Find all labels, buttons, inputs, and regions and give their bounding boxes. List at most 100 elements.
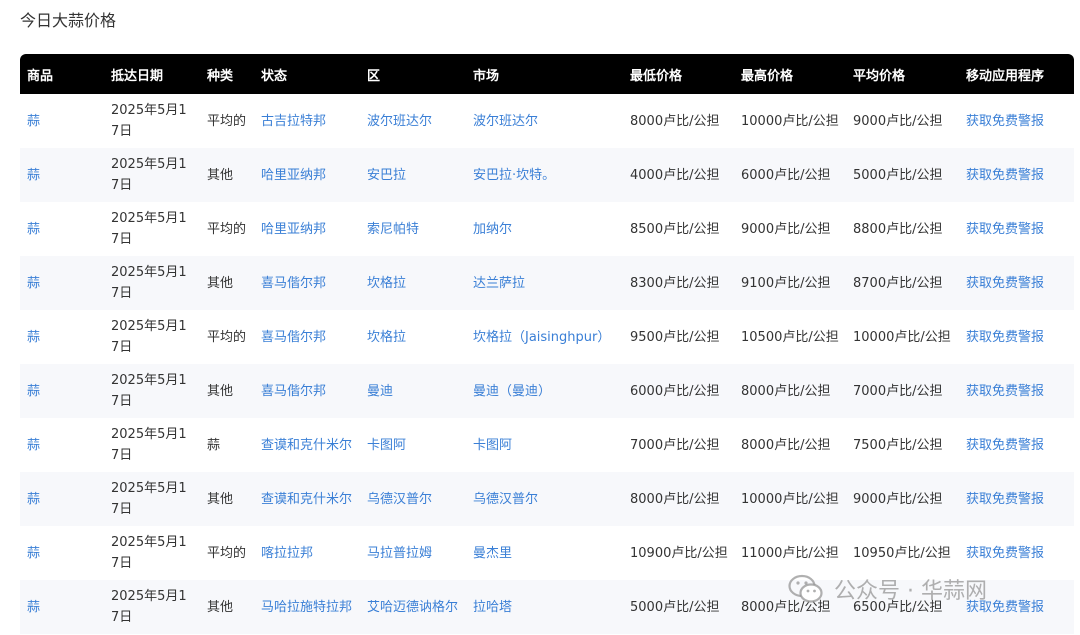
- cell-get-alerts-link[interactable]: 获取免费警报: [966, 600, 1044, 615]
- header-arrival-date: 抵达日期: [111, 68, 164, 84]
- cell-max-price-container: 9100卢比/公担: [734, 256, 846, 310]
- cell-avg-price: 10950卢比/公担: [853, 545, 951, 561]
- cell-variety-container: 其他: [200, 364, 254, 418]
- cell-commodity[interactable]: 蒜: [27, 330, 40, 345]
- cell-state-container: 喜马偕尔邦: [254, 364, 360, 418]
- cell-market-container: 拉哈塔: [466, 580, 623, 634]
- cell-max-price-container: 10500卢比/公担: [734, 310, 846, 364]
- cell-market[interactable]: 曼杰里: [473, 546, 512, 561]
- cell-max-price: 8000卢比/公担: [741, 437, 831, 453]
- cell-max-price-container: 9000卢比/公担: [734, 202, 846, 256]
- cell-arrival-date-container: 2025年5月17日: [104, 310, 200, 364]
- cell-max-price-container: 8000卢比/公担: [734, 418, 846, 472]
- cell-market[interactable]: 曼迪（曼迪）: [473, 384, 551, 399]
- cell-state[interactable]: 喜马偕尔邦: [261, 276, 326, 291]
- cell-district-container: 曼迪: [360, 364, 466, 418]
- cell-arrival-date-container: 2025年5月17日: [104, 364, 200, 418]
- cell-variety: 其他: [207, 167, 234, 183]
- cell-get-alerts-link[interactable]: 获取免费警报: [966, 276, 1044, 291]
- cell-get-alerts-link[interactable]: 获取免费警报: [966, 438, 1044, 453]
- cell-get-alerts-link[interactable]: 获取免费警报: [966, 114, 1044, 129]
- table-row: 蒜 2025年5月17日 平均的 古吉拉特邦 波尔班达尔 波尔班达尔 8000卢比/公担 10…: [20, 94, 1074, 148]
- cell-state-container: 喜马偕尔邦: [254, 310, 360, 364]
- cell-state[interactable]: 哈里亚纳邦: [261, 168, 326, 183]
- cell-arrival-date-container: 2025年5月17日: [104, 94, 200, 148]
- cell-avg-price: 6500卢比/公担: [853, 599, 943, 615]
- cell-state[interactable]: 马哈拉施特拉邦: [261, 600, 352, 615]
- cell-commodity[interactable]: 蒜: [27, 546, 40, 561]
- cell-state-container: 哈里亚纳邦: [254, 202, 360, 256]
- cell-state[interactable]: 喀拉拉邦: [261, 546, 313, 561]
- cell-get-alerts-link[interactable]: 获取免费警报: [966, 546, 1044, 561]
- cell-district[interactable]: 索尼帕特: [367, 222, 419, 237]
- cell-market[interactable]: 卡图阿: [473, 438, 512, 453]
- cell-district[interactable]: 艾哈迈德讷格尔: [367, 600, 458, 615]
- cell-district[interactable]: 波尔班达尔: [367, 114, 432, 129]
- cell-commodity-container: 蒜: [20, 202, 104, 256]
- cell-commodity[interactable]: 蒜: [27, 492, 40, 507]
- cell-market-container: 曼迪（曼迪）: [466, 364, 623, 418]
- cell-min-price: 4000卢比/公担: [630, 167, 720, 183]
- cell-min-price-container: 8500卢比/公担: [623, 202, 734, 256]
- cell-district[interactable]: 坎格拉: [367, 276, 406, 291]
- cell-district[interactable]: 乌德汉普尔: [367, 492, 432, 507]
- cell-get-alerts-link[interactable]: 获取免费警报: [966, 222, 1044, 237]
- cell-min-price-container: 8000卢比/公担: [623, 472, 734, 526]
- cell-arrival-date: 2025年5月17日: [111, 103, 187, 139]
- cell-state[interactable]: 喜马偕尔邦: [261, 384, 326, 399]
- cell-commodity[interactable]: 蒜: [27, 222, 40, 237]
- cell-get-alerts-link-container: 获取免费警报: [959, 472, 1074, 526]
- cell-commodity[interactable]: 蒜: [27, 168, 40, 183]
- cell-market[interactable]: 乌德汉普尔: [473, 492, 538, 507]
- cell-district[interactable]: 马拉普拉姆: [367, 546, 432, 561]
- cell-arrival-date-container: 2025年5月17日: [104, 526, 200, 580]
- cell-arrival-date: 2025年5月17日: [111, 535, 187, 571]
- cell-district[interactable]: 卡图阿: [367, 438, 406, 453]
- cell-commodity-container: 蒜: [20, 94, 104, 148]
- cell-market[interactable]: 安巴拉·坎特。: [473, 168, 555, 183]
- cell-variety: 平均的: [207, 545, 247, 561]
- cell-get-alerts-link[interactable]: 获取免费警报: [966, 384, 1044, 399]
- cell-commodity[interactable]: 蒜: [27, 114, 40, 129]
- cell-commodity[interactable]: 蒜: [27, 600, 40, 615]
- cell-variety-container: 其他: [200, 580, 254, 634]
- cell-avg-price: 7500卢比/公担: [853, 437, 943, 453]
- header-max-price: 最高价格: [741, 68, 794, 84]
- cell-commodity-container: 蒜: [20, 256, 104, 310]
- cell-market-container: 达兰萨拉: [466, 256, 623, 310]
- cell-market-container: 坎格拉（Jaisinghpur）: [466, 310, 623, 364]
- cell-commodity[interactable]: 蒜: [27, 276, 40, 291]
- cell-arrival-date-container: 2025年5月17日: [104, 202, 200, 256]
- cell-market[interactable]: 拉哈塔: [473, 600, 512, 615]
- cell-variety: 平均的: [207, 113, 247, 129]
- cell-get-alerts-link[interactable]: 获取免费警报: [966, 492, 1044, 507]
- cell-market[interactable]: 波尔班达尔: [473, 114, 538, 129]
- header-min-price: 最低价格: [630, 68, 683, 84]
- cell-state[interactable]: 查谟和克什米尔: [261, 438, 352, 453]
- cell-market-container: 波尔班达尔: [466, 94, 623, 148]
- cell-district[interactable]: 坎格拉: [367, 330, 406, 345]
- cell-state-container: 哈里亚纳邦: [254, 148, 360, 202]
- cell-state[interactable]: 喜马偕尔邦: [261, 330, 326, 345]
- cell-market-container: 安巴拉·坎特。: [466, 148, 623, 202]
- cell-arrival-date-container: 2025年5月17日: [104, 418, 200, 472]
- cell-get-alerts-link[interactable]: 获取免费警报: [966, 330, 1044, 345]
- cell-state[interactable]: 古吉拉特邦: [261, 114, 326, 129]
- cell-arrival-date-container: 2025年5月17日: [104, 256, 200, 310]
- cell-max-price-container: 10000卢比/公担: [734, 94, 846, 148]
- cell-district[interactable]: 曼迪: [367, 384, 393, 399]
- cell-max-price: 10500卢比/公担: [741, 329, 839, 345]
- cell-state[interactable]: 查谟和克什米尔: [261, 492, 352, 507]
- cell-get-alerts-link[interactable]: 获取免费警报: [966, 168, 1044, 183]
- cell-state[interactable]: 哈里亚纳邦: [261, 222, 326, 237]
- table-row: 蒜 2025年5月17日 平均的 喀拉拉邦 马拉普拉姆 曼杰里 10900卢比/公担 1100…: [20, 526, 1074, 580]
- cell-market[interactable]: 加纳尔: [473, 222, 512, 237]
- cell-market[interactable]: 坎格拉（Jaisinghpur）: [473, 330, 610, 345]
- cell-market[interactable]: 达兰萨拉: [473, 276, 525, 291]
- page-title: 今日大蒜价格: [20, 11, 117, 30]
- cell-district[interactable]: 安巴拉: [367, 168, 406, 183]
- cell-min-price: 6000卢比/公担: [630, 383, 720, 399]
- cell-commodity[interactable]: 蒜: [27, 384, 40, 399]
- cell-variety: 其他: [207, 491, 234, 507]
- cell-commodity[interactable]: 蒜: [27, 438, 40, 453]
